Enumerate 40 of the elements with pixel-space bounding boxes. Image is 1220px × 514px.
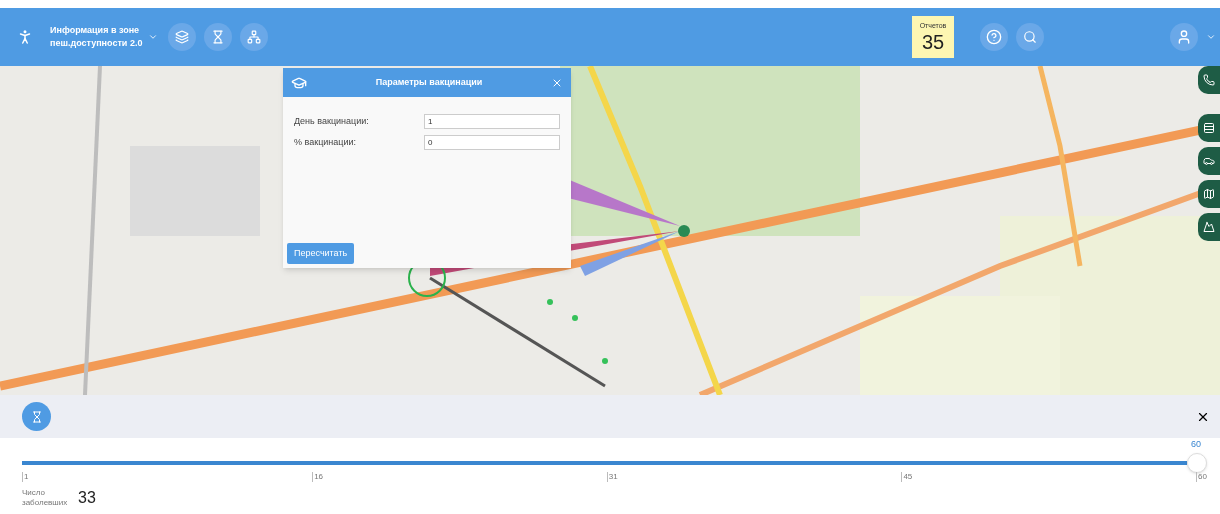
phone-button[interactable] [1198,66,1220,94]
search-button[interactable] [1016,23,1044,51]
layers-icon [175,30,190,44]
map-tool-button[interactable] [1198,114,1220,142]
grid-icon [1203,122,1215,134]
help-button[interactable] [980,23,1008,51]
slider-value: 60 [1191,438,1201,451]
mountain-icon [1203,221,1215,233]
caret-icon [148,32,159,42]
tick-label: 60 [1196,472,1207,482]
tick-label: 45 [901,472,913,482]
input-field[interactable]: 1 [424,114,560,129]
user-button[interactable] [1170,23,1198,51]
input-field[interactable]: 0 [424,135,560,150]
stat-label: Число заболевших [22,488,68,508]
tick-label: 16 [312,472,324,482]
user-icon [1176,29,1192,45]
network-button[interactable] [240,23,269,51]
stat-value: 33 [78,488,96,508]
dialog-title: Параметры вакцинации [374,75,484,89]
tick-label: 1 [22,472,29,482]
hourglass-icon [211,30,226,44]
map-tool-button[interactable] [1198,147,1220,175]
tick-label: 31 [606,472,618,482]
hourglass-icon [30,410,43,423]
phone-icon [1203,74,1215,86]
slider-thumb[interactable] [1187,453,1207,473]
field-label: День вакцинации: [294,114,370,128]
caret-icon [1206,32,1216,42]
map-tool-button[interactable] [1198,213,1220,241]
hourglass-button[interactable] [204,23,233,51]
car-icon [1203,155,1215,167]
help-icon [986,29,1002,45]
network-icon [247,30,262,44]
map-tool-button[interactable] [1198,180,1220,208]
search-icon [1023,30,1037,44]
map-icon [1203,188,1215,200]
reports-count: 35 [921,31,945,54]
layers-button[interactable] [168,23,197,51]
field-label: % вакцинации: [294,135,357,149]
